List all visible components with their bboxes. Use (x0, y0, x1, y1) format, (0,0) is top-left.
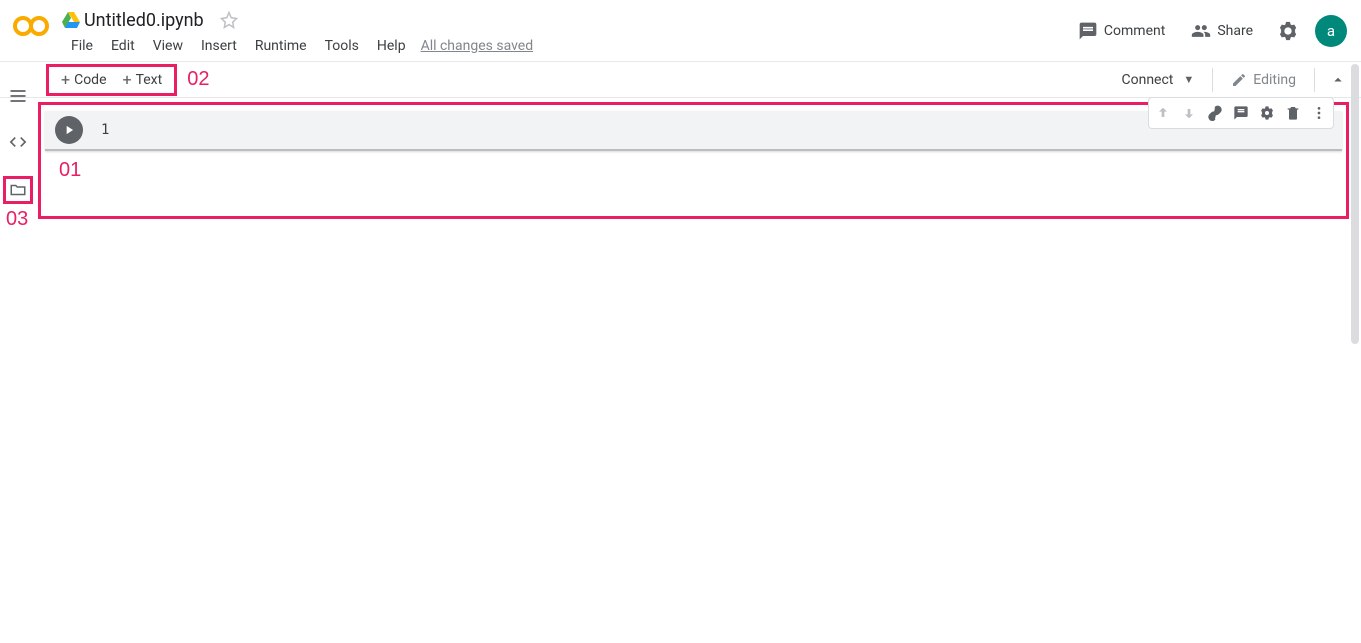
move-up-button[interactable] (1151, 101, 1175, 125)
play-icon (62, 123, 76, 137)
add-text-label: Text (136, 72, 163, 88)
chevron-up-icon (1329, 71, 1347, 89)
comment-icon (1078, 21, 1098, 41)
menu-bar: File Edit View Insert Runtime Tools Help… (62, 32, 1070, 60)
arrow-up-icon (1155, 105, 1171, 121)
plus-icon: + (61, 70, 70, 89)
cell-toolbar (1148, 97, 1334, 129)
colab-logo-icon (13, 14, 49, 38)
connect-label: Connect (1121, 72, 1173, 88)
divider (1314, 68, 1315, 92)
link-icon (1207, 105, 1223, 121)
annotation-01-box: 1 01 (38, 102, 1349, 219)
share-button[interactable]: Share (1183, 15, 1261, 47)
more-cell-button[interactable] (1307, 101, 1331, 125)
menu-help[interactable]: Help (368, 34, 415, 58)
title-area: Untitled0.ipynb File Edit View Insert Ru… (62, 6, 1070, 60)
trash-icon (1285, 105, 1301, 121)
add-text-button[interactable]: + Text (115, 66, 171, 93)
menu-insert[interactable]: Insert (192, 34, 246, 58)
menu-edit[interactable]: Edit (102, 34, 144, 58)
file-title[interactable]: Untitled0.ipynb (84, 10, 204, 31)
left-sidebar (0, 62, 36, 643)
settings-button[interactable] (1271, 14, 1305, 48)
menu-file[interactable]: File (62, 34, 102, 58)
code-cell[interactable]: 1 (45, 111, 1342, 151)
add-code-button[interactable]: + Code (53, 66, 115, 93)
user-avatar[interactable]: a (1315, 15, 1347, 47)
cell-settings-button[interactable] (1255, 101, 1279, 125)
connect-button[interactable]: Connect ▼ (1111, 66, 1204, 94)
annotation-03-box (3, 176, 33, 204)
folder-icon (9, 181, 27, 199)
share-label: Share (1217, 23, 1253, 39)
drive-icon (62, 12, 80, 28)
divider (1212, 68, 1213, 92)
delete-cell-button[interactable] (1281, 101, 1305, 125)
arrow-down-icon (1181, 105, 1197, 121)
more-vert-icon (1311, 105, 1327, 121)
menu-tools[interactable]: Tools (316, 34, 368, 58)
menu-runtime[interactable]: Runtime (246, 34, 316, 58)
share-icon (1191, 21, 1211, 41)
code-snippets-button[interactable] (6, 130, 30, 154)
link-button[interactable] (1203, 101, 1227, 125)
editing-label: Editing (1253, 72, 1296, 88)
star-icon[interactable] (220, 11, 238, 29)
menu-view[interactable]: View (144, 34, 192, 58)
caret-down-icon: ▼ (1183, 73, 1194, 86)
annotation-02: 02 (187, 68, 209, 91)
table-of-contents-button[interactable] (6, 84, 30, 108)
add-code-label: Code (74, 72, 106, 88)
main: 1 01 (36, 98, 1349, 643)
colab-logo-area (0, 6, 62, 38)
gear-icon (1277, 20, 1299, 42)
saved-status[interactable]: All changes saved (421, 38, 534, 54)
run-cell-button[interactable] (55, 116, 83, 144)
comment-cell-button[interactable] (1229, 101, 1253, 125)
gear-icon (1259, 105, 1275, 121)
header-right: Comment Share a (1070, 6, 1361, 48)
annotation-03: 03 (6, 208, 28, 231)
header: Untitled0.ipynb File Edit View Insert Ru… (0, 0, 1361, 62)
plus-icon: + (123, 70, 132, 89)
files-button[interactable] (8, 180, 28, 200)
toolbar: + Code + Text 02 Connect ▼ Editing (0, 62, 1361, 98)
scrollbar[interactable] (1351, 64, 1359, 344)
collapse-button[interactable] (1323, 65, 1353, 95)
comment-icon (1233, 105, 1249, 121)
annotation-01: 01 (59, 159, 1342, 182)
code-icon (8, 132, 28, 152)
comment-label: Comment (1104, 23, 1165, 39)
toc-icon (8, 86, 28, 106)
pencil-icon (1231, 72, 1247, 88)
editing-button[interactable]: Editing (1221, 66, 1306, 94)
move-down-button[interactable] (1177, 101, 1201, 125)
annotation-02-box: + Code + Text (46, 64, 177, 96)
comment-button[interactable]: Comment (1070, 15, 1173, 47)
